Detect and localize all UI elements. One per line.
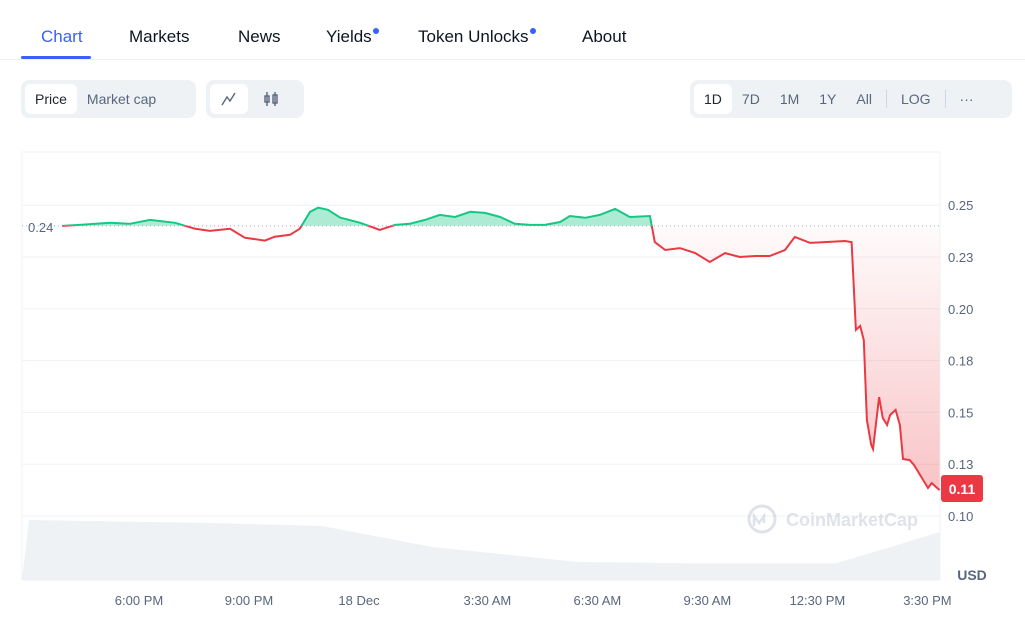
price-line-down bbox=[62, 225, 941, 491]
y-tick-label: 0.25 bbox=[948, 198, 973, 213]
x-tick-label: 9:30 AM bbox=[684, 593, 732, 608]
y-tick-label: 0.10 bbox=[948, 509, 973, 524]
currency-unit: USD bbox=[957, 567, 987, 583]
x-tick-label: 3:30 PM bbox=[903, 593, 951, 608]
x-tick-label: 12:30 PM bbox=[790, 593, 846, 608]
y-tick-label: 0.18 bbox=[948, 354, 973, 369]
x-tick-label: 6:30 AM bbox=[574, 593, 622, 608]
area-below-baseline bbox=[61, 225, 940, 491]
price-chart[interactable]: 0.24 CoinMarketCap 0.25 0.23 0.20 0.18 0.15 0… bbox=[0, 0, 1025, 633]
watermark-logo: CoinMarketCap bbox=[747, 504, 918, 534]
price-line-up bbox=[61, 206, 653, 226]
y-tick-label: 0.20 bbox=[948, 302, 973, 317]
y-tick-label: 0.13 bbox=[948, 457, 973, 472]
x-tick-label: 9:00 PM bbox=[225, 593, 273, 608]
baseline-label: 0.24 bbox=[28, 220, 53, 235]
y-tick-label: 0.23 bbox=[948, 250, 973, 265]
watermark-text: CoinMarketCap bbox=[786, 510, 918, 530]
x-tick-label: 6:00 PM bbox=[115, 593, 163, 608]
x-tick-label: 18 Dec bbox=[338, 593, 380, 608]
area-above-baseline bbox=[61, 207, 652, 226]
current-price-label: 0.11 bbox=[949, 481, 976, 497]
y-tick-label: 0.15 bbox=[948, 405, 973, 420]
x-tick-label: 3:30 AM bbox=[464, 593, 512, 608]
